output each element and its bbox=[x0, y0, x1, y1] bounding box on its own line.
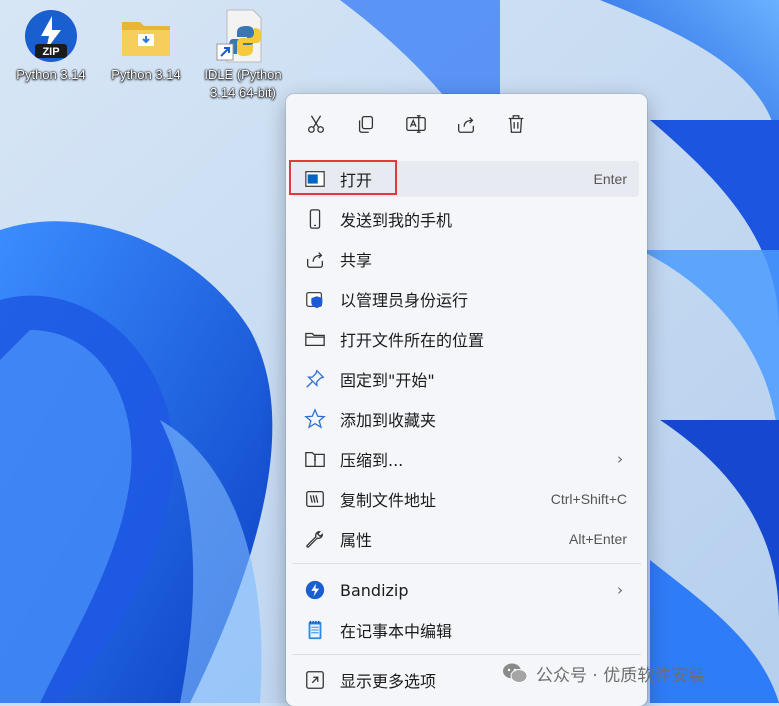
desktop-icon-label-line2: 3.14 64-bit) bbox=[210, 85, 276, 100]
notepad-icon bbox=[304, 619, 326, 641]
menu-separator bbox=[292, 654, 641, 655]
rename-button[interactable] bbox=[400, 108, 432, 140]
menu-item-bandizip[interactable]: Bandizip › bbox=[292, 572, 639, 608]
trash-icon bbox=[508, 115, 524, 133]
desktop-icon-label-line1: IDLE (Python bbox=[204, 67, 282, 82]
menu-item-label: 在记事本中编辑 bbox=[340, 622, 453, 641]
menu-item-label: 发送到我的手机 bbox=[340, 211, 453, 230]
watermark-text: 公众号 · 优质软件安装 bbox=[536, 665, 706, 686]
menu-item-label: Bandizip bbox=[340, 580, 409, 600]
desktop-icon-label: Python 3.14 bbox=[16, 67, 86, 82]
wechat-icon bbox=[503, 663, 528, 683]
menu-item-pin-to-start[interactable]: 固定到"开始" bbox=[292, 361, 639, 397]
highlight-box bbox=[289, 160, 397, 195]
pin-icon bbox=[304, 368, 326, 390]
menu-item-label: 压缩到... bbox=[340, 451, 404, 470]
submenu-arrow-icon: › bbox=[617, 581, 623, 599]
menu-item-label: 复制文件地址 bbox=[340, 491, 437, 510]
copy-icon bbox=[358, 116, 374, 133]
cut-button[interactable] bbox=[300, 108, 332, 140]
star-icon bbox=[304, 408, 326, 430]
menu-item-label: 固定到"开始" bbox=[340, 371, 435, 390]
menu-item-share[interactable]: 共享 bbox=[292, 241, 639, 277]
zip-folder-icon bbox=[304, 448, 326, 470]
watermark: 公众号 · 优质软件安装 bbox=[502, 660, 705, 686]
folder-icon bbox=[304, 328, 326, 350]
bandizip-icon bbox=[304, 579, 326, 601]
submenu-arrow-icon: › bbox=[617, 450, 623, 468]
zip-archive-icon: ZIP bbox=[21, 6, 81, 66]
menu-item-shortcut: Ctrl+Shift+C bbox=[550, 491, 627, 507]
share-icon bbox=[304, 248, 326, 270]
menu-item-label: 打开文件所在的位置 bbox=[340, 331, 485, 350]
menu-item-copy-as-path[interactable]: 复制文件地址 Ctrl+Shift+C bbox=[292, 481, 639, 517]
wrench-icon bbox=[304, 528, 326, 550]
rename-icon bbox=[406, 115, 426, 133]
menu-item-shortcut: Enter bbox=[593, 171, 627, 187]
share-icon bbox=[458, 117, 474, 133]
menu-item-shortcut: Alt+Enter bbox=[569, 531, 627, 547]
copy-path-icon bbox=[304, 488, 326, 510]
menu-item-label: 共享 bbox=[340, 251, 373, 270]
menu-item-label: 显示更多选项 bbox=[340, 672, 437, 691]
menu-item-compress-to[interactable]: 压缩到... › bbox=[292, 441, 639, 477]
menu-item-run-as-admin[interactable]: 以管理员身份运行 bbox=[292, 281, 639, 317]
desktop-icon-python-zip[interactable]: ZIP Python 3.14 bbox=[5, 6, 97, 84]
scissors-icon bbox=[308, 115, 324, 133]
menu-item-add-to-favorites[interactable]: 添加到收藏夹 bbox=[292, 401, 639, 437]
shield-icon bbox=[304, 288, 326, 310]
folder-icon bbox=[116, 6, 176, 66]
desktop-icon-python-folder[interactable]: Python 3.14 bbox=[100, 6, 192, 84]
menu-item-properties[interactable]: 属性 Alt+Enter bbox=[292, 521, 639, 557]
phone-icon bbox=[304, 208, 326, 230]
desktop-icon-idle[interactable]: IDLE (Python 3.14 64-bit) bbox=[197, 6, 289, 102]
menu-item-open-file-location[interactable]: 打开文件所在的位置 bbox=[292, 321, 639, 357]
menu-item-label: 以管理员身份运行 bbox=[340, 291, 469, 310]
svg-text:ZIP: ZIP bbox=[42, 46, 59, 58]
quick-actions-bar bbox=[286, 94, 647, 154]
menu-separator bbox=[292, 563, 641, 564]
menu-item-edit-in-notepad[interactable]: 在记事本中编辑 bbox=[292, 612, 639, 648]
copy-button[interactable] bbox=[350, 108, 382, 140]
python-shortcut-icon bbox=[213, 6, 273, 66]
menu-item-send-to-phone[interactable]: 发送到我的手机 bbox=[292, 201, 639, 237]
menu-item-label: 添加到收藏夹 bbox=[340, 411, 437, 430]
more-options-icon bbox=[304, 669, 326, 691]
share-button[interactable] bbox=[450, 108, 482, 140]
menu-item-label: 属性 bbox=[340, 531, 373, 550]
desktop-icon-label: Python 3.14 bbox=[111, 67, 181, 82]
delete-button[interactable] bbox=[500, 108, 532, 140]
